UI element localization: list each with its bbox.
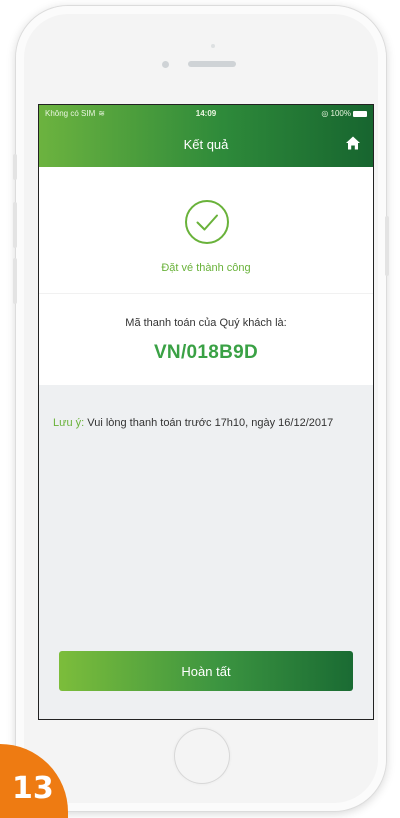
alarm-icon: ◎ [321, 109, 329, 118]
app-header: Không có SIM ≋ 14:09 ◎ 100% Kết quả [39, 105, 373, 167]
mute-switch [13, 154, 17, 180]
front-camera [162, 61, 169, 68]
front-sensor [211, 44, 215, 48]
divider [39, 293, 373, 294]
volume-up-button [13, 202, 17, 248]
check-circle-icon [185, 200, 229, 244]
home-icon[interactable] [345, 135, 361, 151]
earpiece-speaker [188, 61, 236, 67]
home-button[interactable] [174, 728, 230, 784]
success-message: Đặt vé thành công [161, 262, 251, 274]
done-button[interactable]: Hoàn tất [59, 651, 353, 691]
step-number: 13 [12, 771, 54, 806]
status-bar: Không có SIM ≋ 14:09 ◎ 100% [39, 109, 373, 123]
note-text: Vui lòng thanh toán trước 17h10, ngày 16… [84, 417, 334, 429]
payment-code-value: VN/018B9D [153, 342, 259, 363]
payment-note: Lưu ý: Vui lòng thanh toán trước 17h10, … [53, 415, 359, 432]
note-label: Lưu ý: [53, 417, 85, 429]
result-card: Đặt vé thành công Mã thanh toán của Quý … [39, 167, 373, 385]
payment-code-label: Mã thanh toán của Quý khách là: [125, 317, 287, 329]
volume-down-button [13, 258, 17, 304]
power-button [385, 216, 389, 276]
battery-icon [353, 110, 367, 117]
battery-status: ◎ 100% [321, 109, 367, 118]
page-title: Kết quả [183, 137, 229, 152]
phone-screen: Không có SIM ≋ 14:09 ◎ 100% Kết quả Đặt v… [38, 104, 374, 720]
